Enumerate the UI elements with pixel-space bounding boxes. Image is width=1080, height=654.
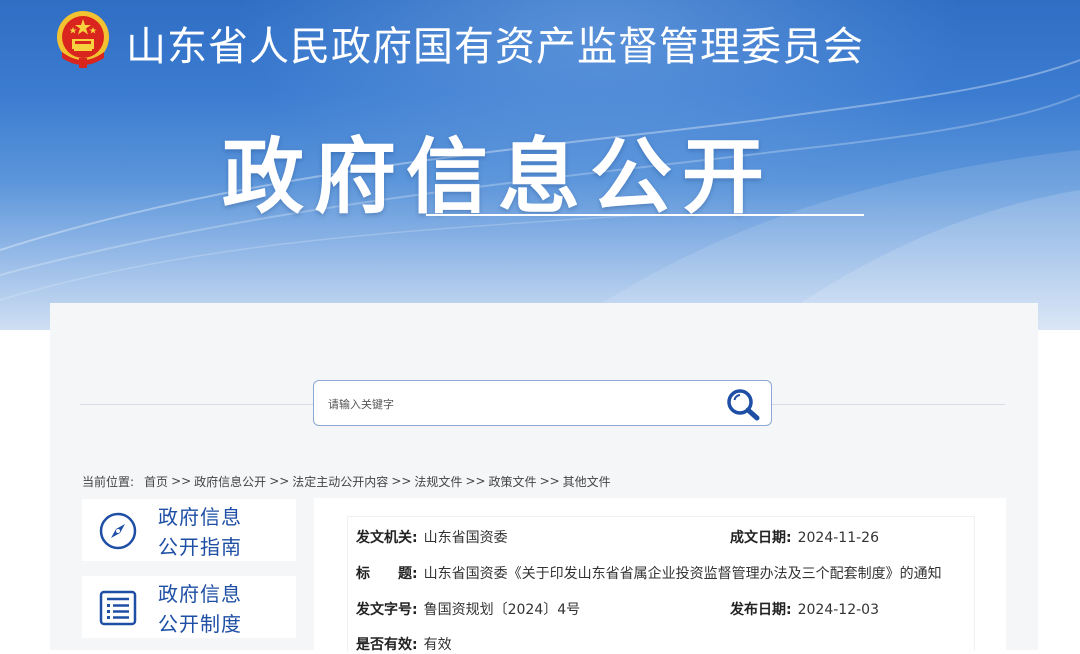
published-date-row: 发布日期: 2024-12-03 [730, 599, 879, 619]
doc-title-label: 标 题: [356, 566, 418, 582]
breadcrumb-separator: >> [269, 474, 290, 488]
sidebar-item-label-line2: 公开制度 [158, 612, 242, 636]
search-box [313, 380, 772, 426]
doc-number-value: 鲁国资规划〔2024〕4号 [423, 602, 581, 618]
sidebar-item-disclosure-system[interactable]: 政府信息 公开制度 [82, 576, 296, 638]
breadcrumb-home[interactable]: 首页 [144, 473, 168, 490]
search-icon [727, 389, 760, 421]
validity-value: 有效 [423, 637, 452, 653]
breadcrumb-policy-documents[interactable]: 政策文件 [489, 473, 537, 490]
document-metadata-table: 发文机关: 山东省国资委 成文日期: 2024-11-26 标 题: 山东省国资委《关… [347, 516, 975, 654]
breadcrumb-separator: >> [539, 474, 560, 488]
page-title: 政府信息公开 [222, 130, 775, 225]
sidebar-item-label: 政府信息 公开指南 [158, 502, 242, 562]
sidebar-item-label-line1: 政府信息 [158, 505, 242, 529]
doc-title-value: 山东省国资委《关于印发山东省省属企业投资监督管理办法及三个配套制度》的通知 [423, 566, 942, 582]
breadcrumb-regulations[interactable]: 法规文件 [414, 473, 462, 490]
breadcrumb: 当前位置: 首页 >> 政府信息公开 >> 法定主动公开内容 >> 法规文件 >… [82, 472, 611, 490]
sidebar-item-disclosure-guide[interactable]: 政府信息 公开指南 [82, 499, 296, 561]
document-list-icon [99, 590, 137, 626]
search-input[interactable] [326, 393, 710, 415]
published-date-label: 发布日期: [730, 602, 792, 618]
title-underline [426, 214, 864, 216]
created-date-label: 成文日期: [730, 530, 792, 546]
header-banner: 山东省人民政府国有资产监督管理委员会 政府信息公开 [0, 0, 1080, 330]
issuer-label: 发文机关: [356, 530, 418, 546]
validity-row: 是否有效: 有效 [356, 634, 452, 654]
breadcrumb-separator: >> [465, 474, 486, 488]
sidebar-item-label-line2: 公开指南 [158, 535, 242, 559]
organization-title: 山东省人民政府国有资产监督管理委员会 [126, 24, 864, 70]
national-emblem-icon [57, 11, 109, 68]
search-button[interactable] [724, 385, 764, 423]
issuer-row: 发文机关: 山东省国资委 [356, 527, 508, 547]
created-date-value: 2024-11-26 [797, 530, 879, 546]
compass-icon [99, 512, 137, 550]
sidebar-item-label-line1: 政府信息 [158, 582, 242, 606]
breadcrumb-statutory-content[interactable]: 法定主动公开内容 [292, 473, 388, 490]
breadcrumb-label: 当前位置: [82, 474, 135, 489]
doc-number-label: 发文字号: [356, 602, 418, 618]
breadcrumb-separator: >> [171, 474, 192, 488]
validity-label: 是否有效: [356, 637, 418, 653]
issuer-value: 山东省国资委 [423, 530, 508, 546]
doc-number-row: 发文字号: 鲁国资规划〔2024〕4号 [356, 599, 580, 619]
breadcrumb-gov-info-disclosure[interactable]: 政府信息公开 [194, 473, 266, 490]
published-date-value: 2024-12-03 [797, 602, 879, 618]
breadcrumb-separator: >> [391, 474, 412, 488]
sidebar-item-label: 政府信息 公开制度 [158, 579, 242, 639]
created-date-row: 成文日期: 2024-11-26 [730, 527, 879, 547]
breadcrumb-other-documents[interactable]: 其他文件 [563, 473, 611, 490]
title-row: 标 题: 山东省国资委《关于印发山东省省属企业投资监督管理办法及三个配套制度》的通… [356, 563, 942, 583]
